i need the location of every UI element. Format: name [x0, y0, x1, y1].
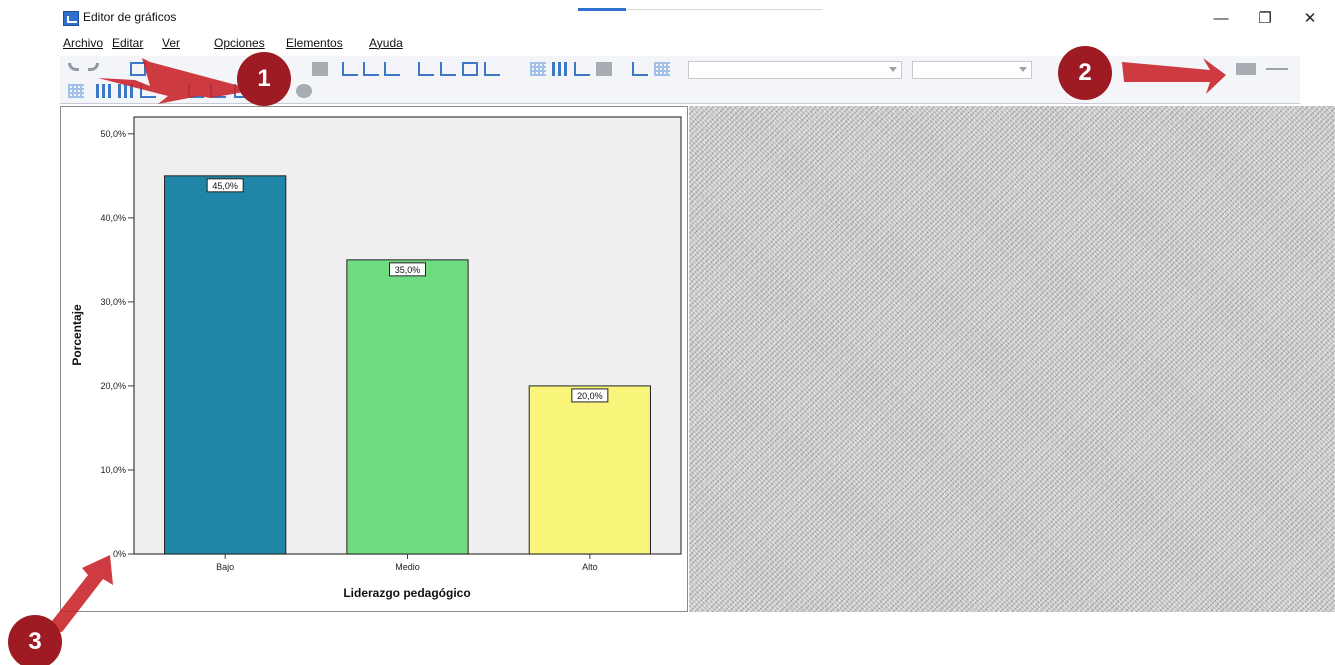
- bar-medio: [346, 259, 469, 555]
- y-tick-label: 40,0%: [100, 213, 126, 223]
- x-axis-icon[interactable]: [342, 62, 358, 76]
- scatter-icon[interactable]: [210, 84, 226, 98]
- annotation-badge-2: 2: [1058, 46, 1112, 100]
- fill-color-icon[interactable]: [1236, 63, 1256, 75]
- bar-chart-icon[interactable]: [96, 84, 112, 98]
- dropdown-icon: [1019, 67, 1027, 72]
- select-icon[interactable]: [312, 62, 328, 76]
- scale-axis-icon[interactable]: [384, 62, 400, 76]
- y-tick-label: 20,0%: [100, 381, 126, 391]
- x-tick-label: Medio: [395, 562, 420, 572]
- annotation-badge-3: 3: [8, 615, 62, 665]
- chart-editor-app-icon: [63, 11, 79, 26]
- redo-icon[interactable]: [88, 63, 99, 71]
- menu-archivo[interactable]: Archivo: [63, 36, 103, 50]
- title-bar: Editor de gráficos — ❐ ✕: [0, 0, 1335, 34]
- text-box-icon[interactable]: [462, 62, 478, 76]
- line-style-icon[interactable]: [1266, 68, 1288, 70]
- bar-bajo: [164, 175, 287, 555]
- y-tick-label: 10,0%: [100, 465, 126, 475]
- undo-icon[interactable]: [68, 63, 79, 71]
- bar-alto: [528, 385, 651, 555]
- window-title: Editor de gráficos: [83, 10, 177, 24]
- legend-icon[interactable]: [596, 62, 612, 76]
- data-label: 20,0%: [577, 391, 603, 401]
- maximize-button[interactable]: ❐: [1242, 6, 1288, 32]
- area-chart-icon[interactable]: [140, 84, 156, 98]
- title-tab-indicator: [578, 8, 626, 11]
- chart-properties-icon[interactable]: [68, 84, 84, 98]
- x-axis-label: Liderazgo pedagógico: [343, 586, 470, 600]
- y-tick-label: 50,0%: [100, 129, 126, 139]
- y-tick-label: 30,0%: [100, 297, 126, 307]
- data-label: 35,0%: [395, 265, 421, 275]
- bar-chart-icon[interactable]: [552, 62, 568, 76]
- line-chart-icon[interactable]: [188, 84, 204, 98]
- y-axis-label: Porcentaje: [70, 304, 84, 366]
- size-combo[interactable]: [912, 61, 1032, 79]
- menu-bar: Archivo Editar Ver Opciones Elementos Ay…: [60, 34, 1300, 52]
- y-axis-icon[interactable]: [363, 62, 379, 76]
- close-button[interactable]: ✕: [1287, 6, 1333, 32]
- footnote-icon[interactable]: [484, 62, 500, 76]
- y-tick-label: 0%: [113, 549, 126, 559]
- minimize-button[interactable]: —: [1198, 6, 1244, 32]
- line-chart-icon[interactable]: [574, 62, 590, 76]
- grid-icon[interactable]: [530, 62, 546, 76]
- properties-icon[interactable]: [130, 62, 146, 76]
- menu-ayuda[interactable]: Ayuda: [369, 36, 403, 50]
- fit-line-icon[interactable]: [440, 62, 456, 76]
- transpose-icon[interactable]: [654, 62, 670, 76]
- x-tick-label: Alto: [582, 562, 598, 572]
- menu-elementos[interactable]: Elementos: [286, 36, 343, 50]
- data-label-icon[interactable]: [632, 62, 648, 76]
- reference-line-icon[interactable]: [418, 62, 434, 76]
- dropdown-icon: [889, 67, 897, 72]
- editor-background-pane: [689, 106, 1335, 612]
- font-combo[interactable]: [688, 61, 902, 79]
- annotation-badge-1: 1: [237, 52, 291, 106]
- stacked-bar-icon[interactable]: [118, 84, 134, 98]
- menu-ver[interactable]: Ver: [162, 36, 180, 50]
- pie-chart-icon[interactable]: [296, 84, 312, 98]
- chart-canvas: 0% 10,0% 20,0% 30,0% 40,0% 50,0% 45,0% Bajo 35,0…: [60, 106, 688, 612]
- chart-editor-window: Editor de gráficos — ❐ ✕ Archivo Editar …: [0, 0, 1335, 665]
- bar-chart: 0% 10,0% 20,0% 30,0% 40,0% 50,0% 45,0% Bajo 35,0…: [70, 116, 682, 600]
- data-label: 45,0%: [212, 181, 238, 191]
- menu-opciones[interactable]: Opciones: [214, 36, 265, 50]
- title-tab-track: [626, 9, 822, 10]
- x-tick-label: Bajo: [216, 562, 234, 572]
- menu-editar[interactable]: Editar: [112, 36, 143, 50]
